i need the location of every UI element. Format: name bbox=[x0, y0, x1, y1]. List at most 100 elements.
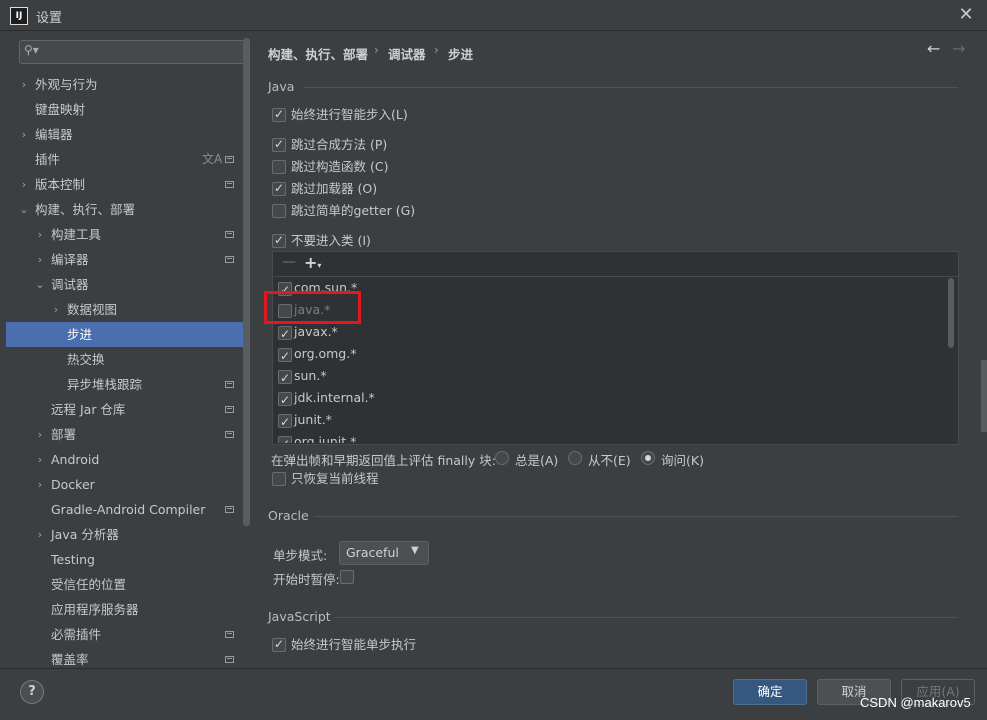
project-level-icon bbox=[225, 431, 234, 438]
sidebar-item-debugger[interactable]: ⌄ 调试器 bbox=[6, 272, 250, 297]
radio-never-label[interactable]: 从不(E) bbox=[588, 450, 631, 469]
checkbox-checked-icon bbox=[278, 389, 292, 411]
sidebar-item-stepping[interactable]: 步进 bbox=[6, 322, 250, 347]
radio-always[interactable] bbox=[495, 451, 509, 465]
checkbox-checked-icon bbox=[278, 323, 292, 345]
sidebar-item-coverage[interactable]: 覆盖率 bbox=[6, 647, 250, 668]
project-level-icon bbox=[225, 256, 234, 263]
sidebar-item-android[interactable]: › Android bbox=[6, 447, 250, 472]
section-javascript-title: JavaScript bbox=[268, 609, 331, 624]
sidebar-item-java-profiler[interactable]: › Java 分析器 bbox=[6, 522, 250, 547]
section-divider bbox=[334, 617, 958, 618]
sidebar-item-vcs[interactable]: › 版本控制 bbox=[6, 172, 250, 197]
project-level-icon bbox=[225, 631, 234, 638]
list-scrollbar[interactable] bbox=[948, 278, 954, 348]
sidebar-item-build-tools[interactable]: › 构建工具 bbox=[6, 222, 250, 247]
sidebar-item-appearance[interactable]: › 外观与行为 bbox=[6, 72, 250, 97]
sidebar-item-deployment[interactable]: › 部署 bbox=[6, 422, 250, 447]
radio-ask[interactable] bbox=[641, 451, 655, 465]
forward-arrow-icon[interactable]: → bbox=[952, 39, 965, 58]
class-filter-list: — +▾ com.sun.* java.* javax.* org.omg.* … bbox=[272, 251, 959, 445]
checkbox-unchecked-icon bbox=[272, 204, 286, 218]
checkbox-checked-icon bbox=[278, 411, 292, 433]
chevron-right-icon: › bbox=[37, 478, 43, 491]
sidebar-item-hotswap[interactable]: 热交换 bbox=[6, 347, 250, 372]
chevron-right-icon: › bbox=[37, 428, 43, 441]
project-level-icon bbox=[225, 406, 234, 413]
sidebar-item-remote-jar[interactable]: 远程 Jar 仓库 bbox=[6, 397, 250, 422]
list-clip: org.junit.* bbox=[273, 431, 943, 443]
sidebar-item-required-plugins[interactable]: 必需插件 bbox=[6, 622, 250, 647]
add-icon[interactable]: +▾ bbox=[304, 253, 321, 272]
settings-sidebar: ⚲▾ › 外观与行为 键盘映射 › 编辑器 插件 文A › 版本控制 ⌄ 构建、… bbox=[6, 31, 250, 668]
chevron-right-icon: › bbox=[21, 128, 27, 141]
translate-icon: 文A bbox=[202, 152, 223, 166]
caret-down-icon: ▼ bbox=[411, 545, 419, 556]
window-title: 设置 bbox=[36, 11, 63, 26]
content-scrollbar[interactable] bbox=[981, 360, 987, 432]
section-divider bbox=[304, 87, 958, 88]
sidebar-item-testing[interactable]: Testing bbox=[6, 547, 250, 572]
project-level-icon bbox=[225, 506, 234, 513]
chevron-right-icon: › bbox=[53, 303, 59, 316]
sidebar-item-gradle-android[interactable]: Gradle-Android Compiler bbox=[6, 497, 250, 522]
sidebar-item-build[interactable]: ⌄ 构建、执行、部署 bbox=[6, 197, 250, 222]
sidebar-item-plugins[interactable]: 插件 文A bbox=[6, 147, 250, 172]
chevron-right-icon: › bbox=[21, 178, 27, 191]
sidebar-item-data-views[interactable]: › 数据视图 bbox=[6, 297, 250, 322]
breadcrumb-debugger[interactable]: 调试器 bbox=[388, 44, 426, 63]
project-level-icon bbox=[225, 181, 234, 188]
sidebar-item-docker[interactable]: › Docker bbox=[6, 472, 250, 497]
radio-always-label[interactable]: 总是(A) bbox=[515, 450, 558, 469]
checkbox-checked-icon bbox=[272, 635, 286, 653]
ok-button[interactable]: 确定 bbox=[733, 679, 807, 705]
checkbox-checked-icon bbox=[278, 345, 292, 367]
chevron-right-icon: › bbox=[37, 228, 43, 241]
close-icon[interactable]: ✕ bbox=[956, 5, 976, 25]
sidebar-item-async-stack[interactable]: 异步堆栈跟踪 bbox=[6, 372, 250, 397]
breadcrumb-build[interactable]: 构建、执行、部署 bbox=[268, 44, 368, 63]
project-level-icon bbox=[225, 231, 234, 238]
watermark: CSDN @makarov5 bbox=[860, 695, 971, 710]
settings-content: 构建、执行、部署 › 调试器 › 步进 ← → Java 始终进行智能步入(L)… bbox=[252, 31, 987, 668]
search-icon: ⚲▾ bbox=[24, 43, 39, 57]
pause-on-start-checkbox[interactable] bbox=[340, 570, 354, 584]
chevron-right-icon: › bbox=[37, 453, 43, 466]
checkbox-unchecked-icon bbox=[272, 160, 286, 174]
search-input[interactable]: ⚲▾ bbox=[19, 40, 248, 64]
intellij-logo-icon: IJ bbox=[10, 7, 28, 25]
step-mode-select[interactable]: Graceful ▼ bbox=[339, 541, 429, 565]
chevron-right-icon: › bbox=[21, 78, 27, 91]
radio-never[interactable] bbox=[568, 451, 582, 465]
sidebar-item-trusted-locations[interactable]: 受信任的位置 bbox=[6, 572, 250, 597]
checkbox-checked-icon bbox=[272, 105, 286, 123]
sidebar-item-compiler[interactable]: › 编译器 bbox=[6, 247, 250, 272]
list-toolbar: — +▾ bbox=[273, 252, 958, 277]
dialog-footer: ? 确定 取消 应用(A) bbox=[0, 668, 987, 720]
checkbox-checked-icon bbox=[278, 433, 292, 443]
breadcrumb-separator: › bbox=[374, 43, 379, 57]
checkbox-checked-icon bbox=[272, 231, 286, 249]
remove-icon[interactable]: — bbox=[282, 254, 296, 270]
breadcrumb-separator: › bbox=[434, 43, 439, 57]
chevron-down-icon: ⌄ bbox=[19, 203, 29, 216]
checkbox-checked-icon bbox=[272, 135, 286, 153]
back-arrow-icon[interactable]: ← bbox=[927, 39, 940, 58]
title-bar: IJ 设置 ✕ bbox=[0, 0, 987, 31]
chevron-down-icon: ⌄ bbox=[35, 278, 45, 291]
section-java-title: Java bbox=[268, 79, 295, 94]
help-icon[interactable]: ? bbox=[20, 680, 44, 704]
sidebar-scrollbar[interactable] bbox=[243, 38, 250, 526]
chevron-right-icon: › bbox=[37, 253, 43, 266]
sidebar-item-app-servers[interactable]: 应用程序服务器 bbox=[6, 597, 250, 622]
radio-ask-label[interactable]: 询问(K) bbox=[661, 450, 704, 469]
step-mode-label: 单步模式: bbox=[273, 548, 328, 563]
checkbox-checked-icon bbox=[272, 179, 286, 197]
highlight-annotation bbox=[264, 291, 361, 324]
finally-label: 在弹出帧和早期返回值上评估 finally 块: bbox=[271, 453, 496, 468]
project-level-icon bbox=[225, 156, 234, 163]
chevron-right-icon: › bbox=[37, 528, 43, 541]
project-level-icon bbox=[225, 381, 234, 388]
sidebar-item-editor[interactable]: › 编辑器 bbox=[6, 122, 250, 147]
sidebar-item-keymap[interactable]: 键盘映射 bbox=[6, 97, 250, 122]
